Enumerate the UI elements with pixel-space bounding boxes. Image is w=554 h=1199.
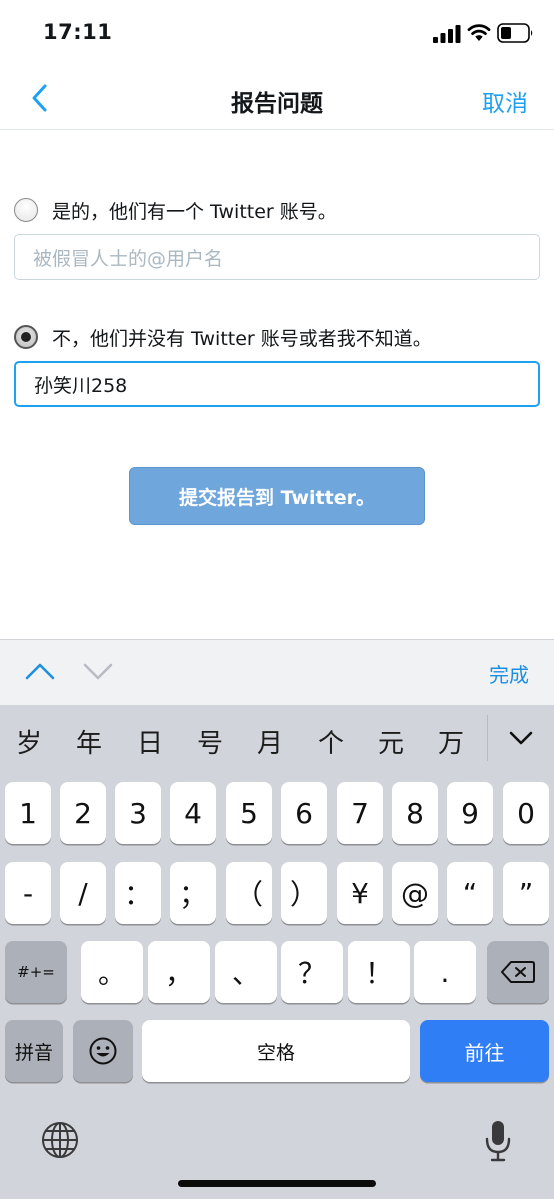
status-time: 17:11 <box>43 20 113 44</box>
status-bar: 17:11 <box>0 0 554 66</box>
keyboard: 岁 年 日 号 月 个 元 万 1 2 3 4 5 6 7 8 9 0 - / … <box>0 705 554 1199</box>
cancel-button[interactable]: 取消 <box>482 84 528 118</box>
key-semicolon[interactable]: ； <box>170 862 216 924</box>
key-dot[interactable]: . <box>414 941 476 1003</box>
candidate-word[interactable]: 岁 <box>16 723 42 760</box>
key-6[interactable]: 6 <box>281 782 327 844</box>
next-field-icon[interactable] <box>82 660 114 682</box>
key-8[interactable]: 8 <box>392 782 438 844</box>
key-7[interactable]: 7 <box>337 782 383 844</box>
more-symbols-key[interactable]: #+= <box>5 941 67 1003</box>
previous-field-icon[interactable] <box>24 660 56 682</box>
key-colon[interactable]: ： <box>115 862 161 924</box>
option-no-account-label: 不，他们并没有 Twitter 账号或者我不知道。 <box>52 327 432 350</box>
key-yen[interactable]: ¥ <box>337 862 383 924</box>
key-3[interactable]: 3 <box>115 782 161 844</box>
key-left-paren[interactable]: （ <box>226 862 272 924</box>
pinyin-key[interactable]: 拼音 <box>5 1020 63 1082</box>
cellular-signal-icon <box>433 25 461 43</box>
backspace-icon <box>501 961 535 983</box>
option-no-account[interactable]: 不，他们并没有 Twitter 账号或者我不知道。 <box>14 321 432 353</box>
candidate-bar: 岁 年 日 号 月 个 元 万 <box>0 705 554 775</box>
key-4[interactable]: 4 <box>170 782 216 844</box>
candidate-word[interactable]: 号 <box>197 723 223 760</box>
radio-no-account[interactable] <box>14 325 38 349</box>
key-exclamation[interactable]: ！ <box>348 941 410 1003</box>
key-left-quote[interactable]: “ <box>447 862 493 924</box>
candidate-word[interactable]: 元 <box>378 723 404 760</box>
delete-key[interactable] <box>487 941 549 1003</box>
microphone-icon[interactable] <box>483 1119 513 1163</box>
home-indicator <box>178 1180 376 1187</box>
navigation-bar: 报告问题 取消 <box>0 66 554 130</box>
wifi-icon <box>467 24 491 41</box>
key-period-cn[interactable]: 。 <box>81 941 143 1003</box>
key-at[interactable]: @ <box>392 862 438 924</box>
candidate-word[interactable]: 日 <box>137 723 163 760</box>
option-has-account[interactable]: 是的，他们有一个 Twitter 账号。 <box>14 194 337 226</box>
globe-icon[interactable] <box>41 1121 79 1159</box>
done-button[interactable]: 完成 <box>489 659 529 688</box>
radio-has-account[interactable] <box>14 198 38 222</box>
battery-icon <box>497 23 533 43</box>
keyboard-accessory-bar: 完成 <box>0 639 554 705</box>
username-input[interactable]: 被假冒人士的@用户名 <box>14 234 540 280</box>
emoji-icon <box>89 1037 117 1065</box>
key-comma-cn[interactable]: ， <box>148 941 210 1003</box>
candidate-divider <box>487 715 488 761</box>
expand-candidates-icon[interactable] <box>508 729 534 747</box>
key-right-quote[interactable]: ” <box>503 862 549 924</box>
option-has-account-label: 是的，他们有一个 Twitter 账号。 <box>52 200 337 223</box>
key-right-paren[interactable]: ） <box>281 862 327 924</box>
key-slash[interactable]: / <box>60 862 106 924</box>
emoji-key[interactable] <box>73 1020 133 1082</box>
key-1[interactable]: 1 <box>5 782 51 844</box>
space-key[interactable]: 空格 <box>142 1020 410 1082</box>
key-hyphen[interactable]: - <box>5 862 51 924</box>
key-question[interactable]: ？ <box>281 941 343 1003</box>
candidate-word[interactable]: 万 <box>438 723 464 760</box>
key-5[interactable]: 5 <box>226 782 272 844</box>
key-2[interactable]: 2 <box>60 782 106 844</box>
key-0[interactable]: 0 <box>503 782 549 844</box>
name-input[interactable]: 孙笑川258 <box>14 361 540 407</box>
key-enumeration-comma[interactable]: 、 <box>215 941 277 1003</box>
candidate-word[interactable]: 个 <box>318 723 344 760</box>
candidate-word[interactable]: 年 <box>76 723 102 760</box>
go-key[interactable]: 前往 <box>420 1020 549 1082</box>
page-title: 报告问题 <box>231 91 323 117</box>
key-9[interactable]: 9 <box>447 782 493 844</box>
submit-report-button[interactable]: 提交报告到 Twitter。 <box>129 467 425 525</box>
candidate-word[interactable]: 月 <box>257 723 283 760</box>
